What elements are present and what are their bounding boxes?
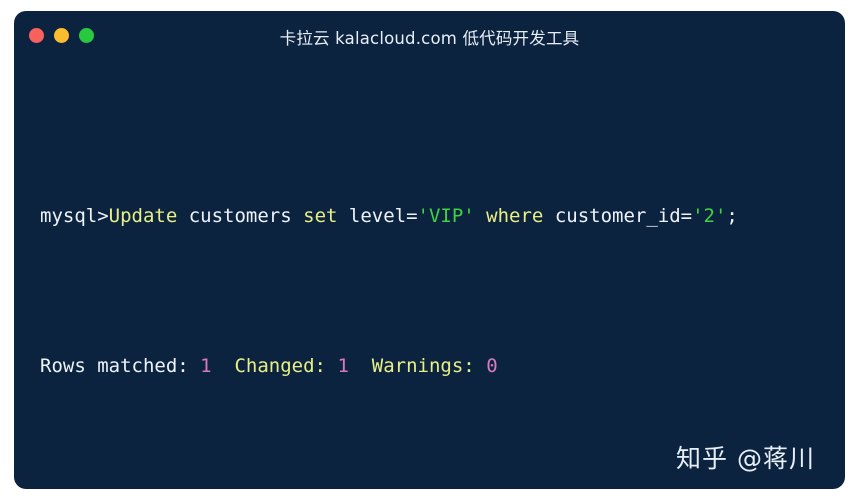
mysql-prompt: mysql> (40, 205, 109, 227)
warnings-value: 0 (486, 355, 498, 377)
sql-keyword-update: Update (108, 205, 178, 227)
sql-string-vip: 'VIP' (417, 205, 475, 227)
rows-matched-value: 1 (200, 355, 212, 377)
terminal-window: 卡拉云 kalacloud.com 低代码开发工具 mysql>Update c… (14, 11, 845, 489)
terminal-line-update-command: mysql>Update customers set level='VIP' w… (40, 201, 845, 231)
window-title: 卡拉云 kalacloud.com 低代码开发工具 (279, 29, 580, 48)
sql-string-two: '2' (692, 205, 727, 227)
sql-keyword-set: set (303, 205, 338, 227)
sql-column-customer-id: customer_id= (543, 205, 693, 227)
sql-column-level: level= (337, 205, 418, 227)
terminal-line-update-result: Rows matched: 1 Changed: 1 Warnings: 0 (40, 351, 845, 381)
sql-terminator: ; (726, 205, 738, 227)
rows-matched-label: Rows matched: (40, 355, 201, 377)
sql-keyword-where: where (474, 205, 544, 227)
warnings-label: Warnings: (348, 355, 487, 377)
changed-value: 1 (337, 355, 349, 377)
sql-table-name: customers (177, 205, 304, 227)
watermark: 知乎 @蒋川 (676, 444, 815, 473)
terminal-output[interactable]: mysql>Update customers set level='VIP' w… (14, 59, 845, 489)
window-titlebar: 卡拉云 kalacloud.com 低代码开发工具 (14, 11, 845, 59)
changed-label: Changed: (211, 355, 338, 377)
